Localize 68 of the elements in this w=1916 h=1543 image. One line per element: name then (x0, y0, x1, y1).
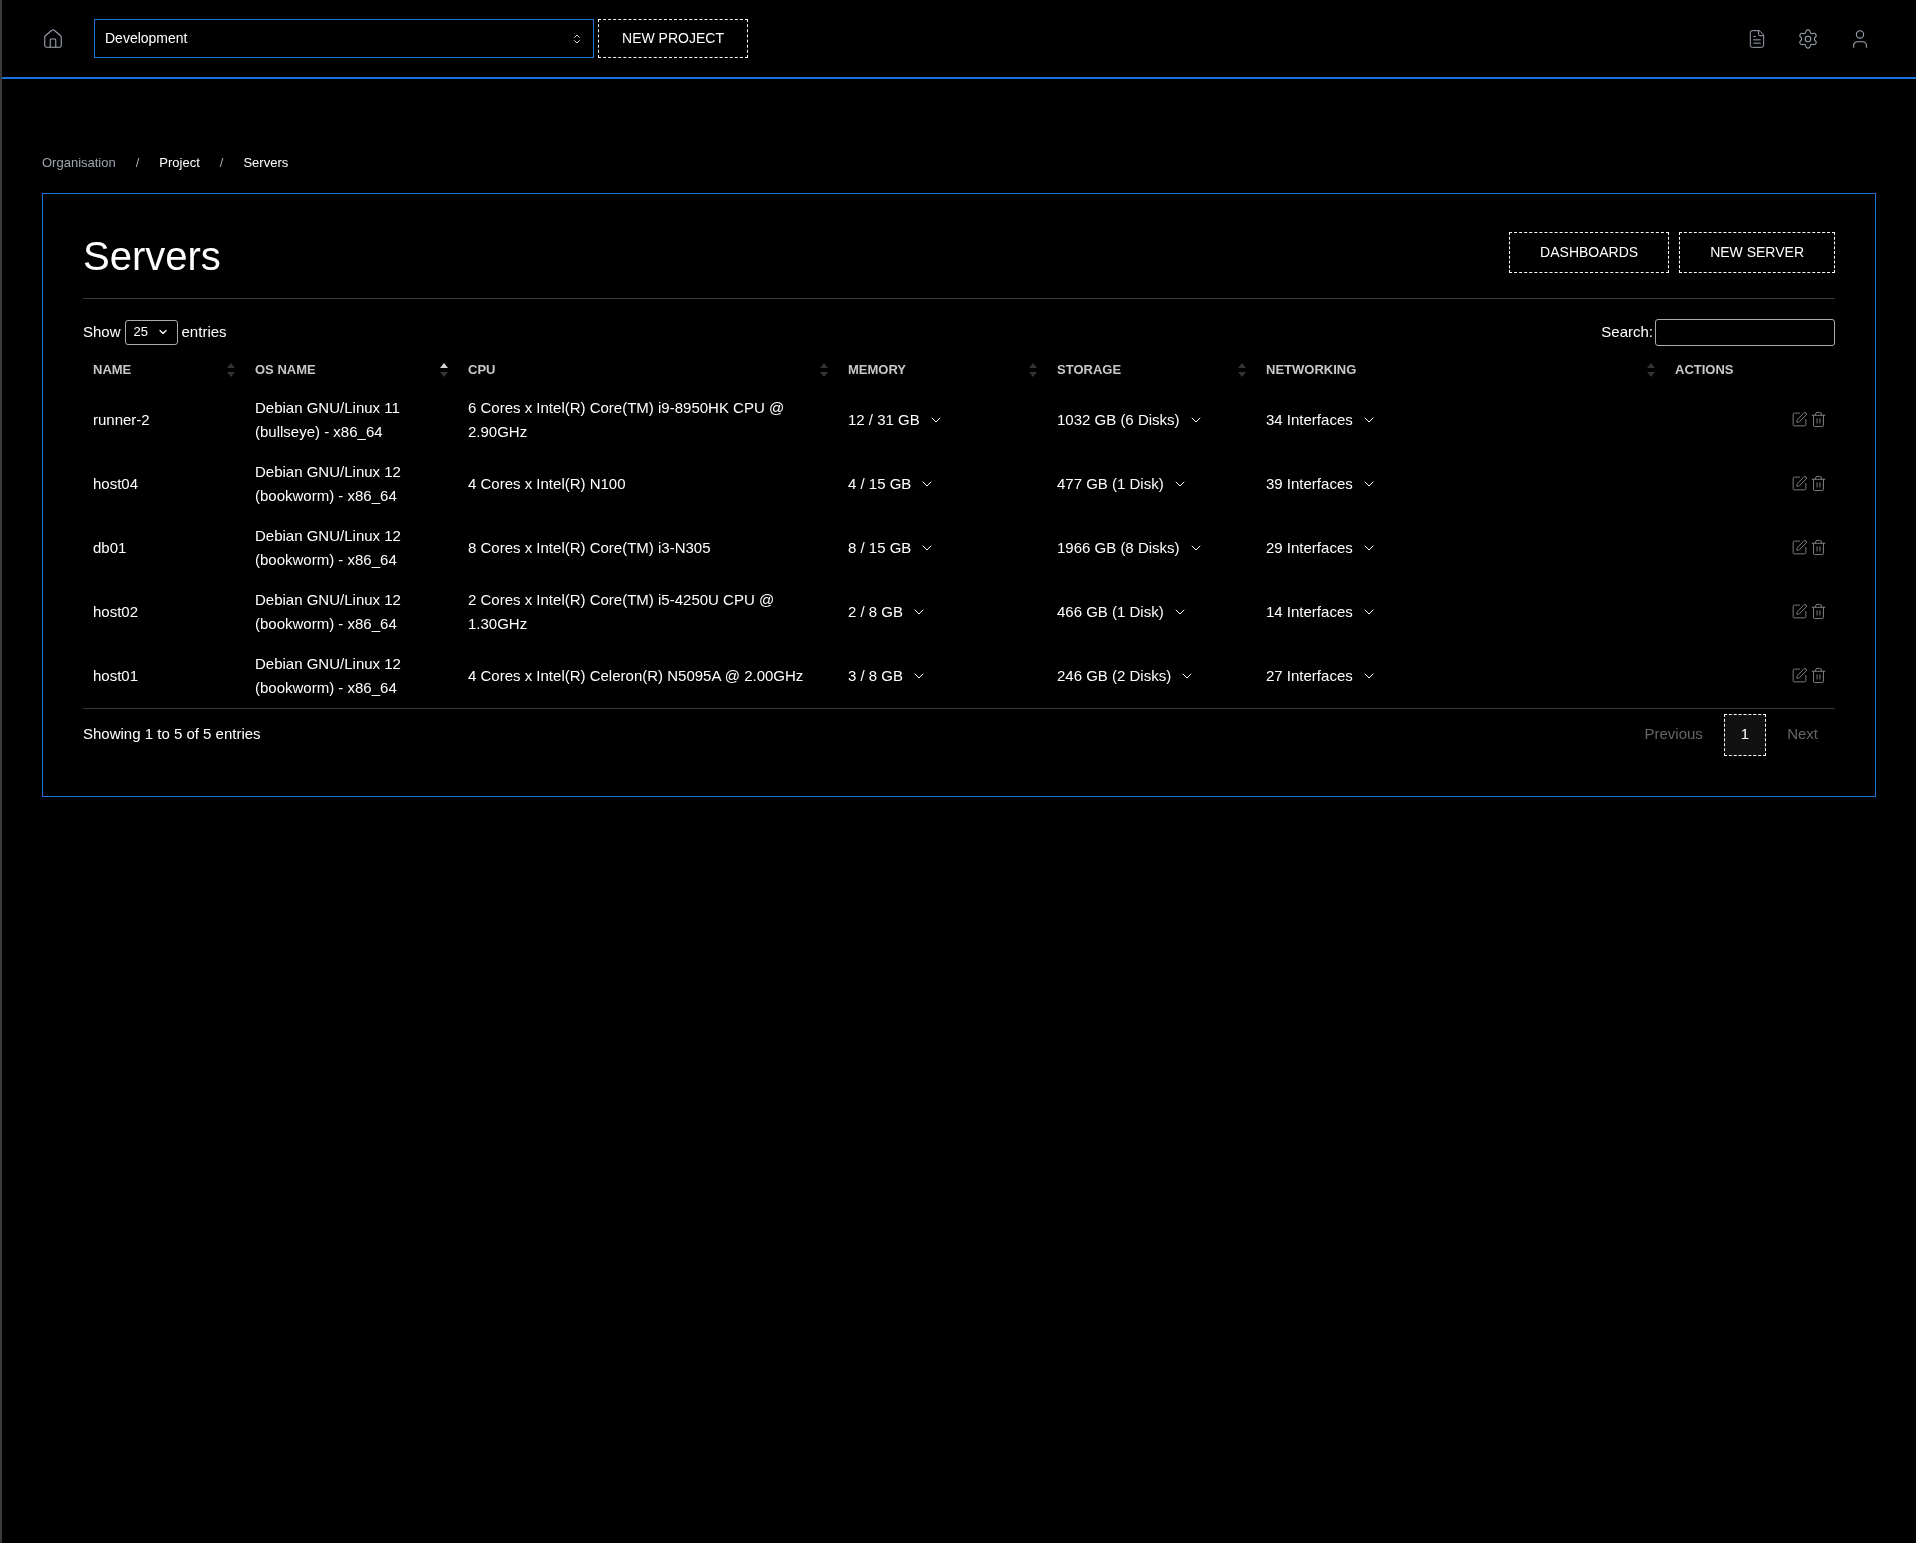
edit-icon[interactable] (1791, 411, 1808, 428)
cpu-text: 6 Cores x Intel(R) Core(TM) i9-8950HK CPU @ 2.90GHz (468, 398, 785, 440)
column-header[interactable]: NETWORKING (1266, 359, 1357, 380)
settings-icon[interactable] (1797, 27, 1819, 50)
memory-dropdown[interactable]: 3 / 8 GB (848, 663, 928, 688)
breadcrumb-link[interactable]: Project (159, 153, 200, 173)
column-header[interactable]: NAME (93, 359, 132, 380)
edit-icon[interactable] (1791, 667, 1808, 684)
pagination-button[interactable]: 1 (1723, 713, 1767, 756)
server-name: runner-2 (93, 410, 150, 428)
entries-label: entries (181, 321, 227, 342)
cpu-text: 4 Cores x Intel(R) Celeron(R) N5095A @ 2.00GHz (468, 666, 804, 684)
os-name: Debian GNU/Linux 12 (bookworm) - x86_64 (255, 462, 401, 504)
storage-dropdown[interactable]: 1032 GB (6 Disks) (1057, 407, 1204, 432)
storage-dropdown[interactable]: 477 GB (1 Disk) (1057, 471, 1188, 496)
header-button[interactable]: DASHBOARDS (1509, 231, 1670, 273)
header-button[interactable]: NEW SERVER (1679, 231, 1835, 273)
column-header[interactable]: ACTIONS (1675, 359, 1734, 380)
project-select[interactable]: Development (94, 19, 594, 58)
server-name: db01 (93, 538, 127, 556)
delete-icon[interactable] (1810, 411, 1827, 428)
column-header[interactable]: CPU (468, 359, 496, 380)
show-label: Show (83, 321, 121, 342)
updown-icon (571, 32, 583, 45)
new-project-button[interactable]: NEW PROJECT (598, 19, 748, 58)
os-name: Debian GNU/Linux 12 (bookworm) - x86_64 (255, 654, 401, 696)
delete-icon[interactable] (1810, 475, 1827, 492)
memory-dropdown[interactable]: 8 / 15 GB (848, 535, 936, 560)
document-icon[interactable] (1747, 28, 1767, 49)
search-label: Search: (1601, 321, 1653, 342)
search-field[interactable] (1655, 318, 1835, 346)
storage-dropdown[interactable]: 1966 GB (8 Disks) (1057, 535, 1204, 560)
delete-icon[interactable] (1810, 603, 1827, 620)
networking-dropdown[interactable]: 34 Interfaces (1266, 407, 1377, 432)
cpu-text: 4 Cores x Intel(R) N100 (468, 474, 626, 492)
server-name: host02 (93, 602, 139, 620)
table-info: Showing 1 to 5 of 5 entries (83, 724, 261, 745)
os-name: Debian GNU/Linux 12 (bookworm) - x86_64 (255, 526, 401, 568)
server-name: host04 (93, 474, 139, 492)
networking-dropdown[interactable]: 27 Interfaces (1266, 663, 1377, 688)
column-header[interactable]: MEMORY (848, 359, 907, 380)
edit-icon[interactable] (1791, 539, 1808, 556)
cpu-text: 8 Cores x Intel(R) Core(TM) i3-N305 (468, 538, 711, 556)
server-name: host01 (93, 666, 139, 684)
breadcrumb-separator: / (135, 154, 140, 172)
cpu-text: 2 Cores x Intel(R) Core(TM) i5-4250U CPU @ 1.30GHz (468, 590, 775, 632)
memory-dropdown[interactable]: 2 / 8 GB (848, 599, 928, 624)
edit-icon[interactable] (1791, 475, 1808, 492)
memory-dropdown[interactable]: 4 / 15 GB (848, 471, 936, 496)
networking-dropdown[interactable]: 39 Interfaces (1266, 471, 1377, 496)
os-name: Debian GNU/Linux 11 (bullseye) - x86_64 (255, 398, 400, 440)
memory-dropdown[interactable]: 12 / 31 GB (848, 407, 944, 432)
breadcrumb-separator: / (219, 154, 224, 172)
page-size-select[interactable]: 25 (124, 319, 178, 345)
storage-dropdown[interactable]: 466 GB (1 Disk) (1057, 599, 1188, 624)
edit-icon[interactable] (1791, 603, 1808, 620)
networking-dropdown[interactable]: 14 Interfaces (1266, 599, 1377, 624)
networking-dropdown[interactable]: 29 Interfaces (1266, 535, 1377, 560)
breadcrumb-link[interactable]: Organisation (42, 153, 116, 173)
delete-icon[interactable] (1810, 539, 1827, 556)
breadcrumb-link[interactable]: Servers (243, 153, 289, 173)
delete-icon[interactable] (1810, 667, 1827, 684)
page-title: Servers (83, 232, 221, 280)
home-icon[interactable] (42, 27, 64, 50)
column-header[interactable]: STORAGE (1057, 359, 1122, 380)
os-name: Debian GNU/Linux 12 (bookworm) - x86_64 (255, 590, 401, 632)
column-header[interactable]: OS NAME (255, 359, 316, 380)
storage-dropdown[interactable]: 246 GB (2 Disks) (1057, 663, 1196, 688)
